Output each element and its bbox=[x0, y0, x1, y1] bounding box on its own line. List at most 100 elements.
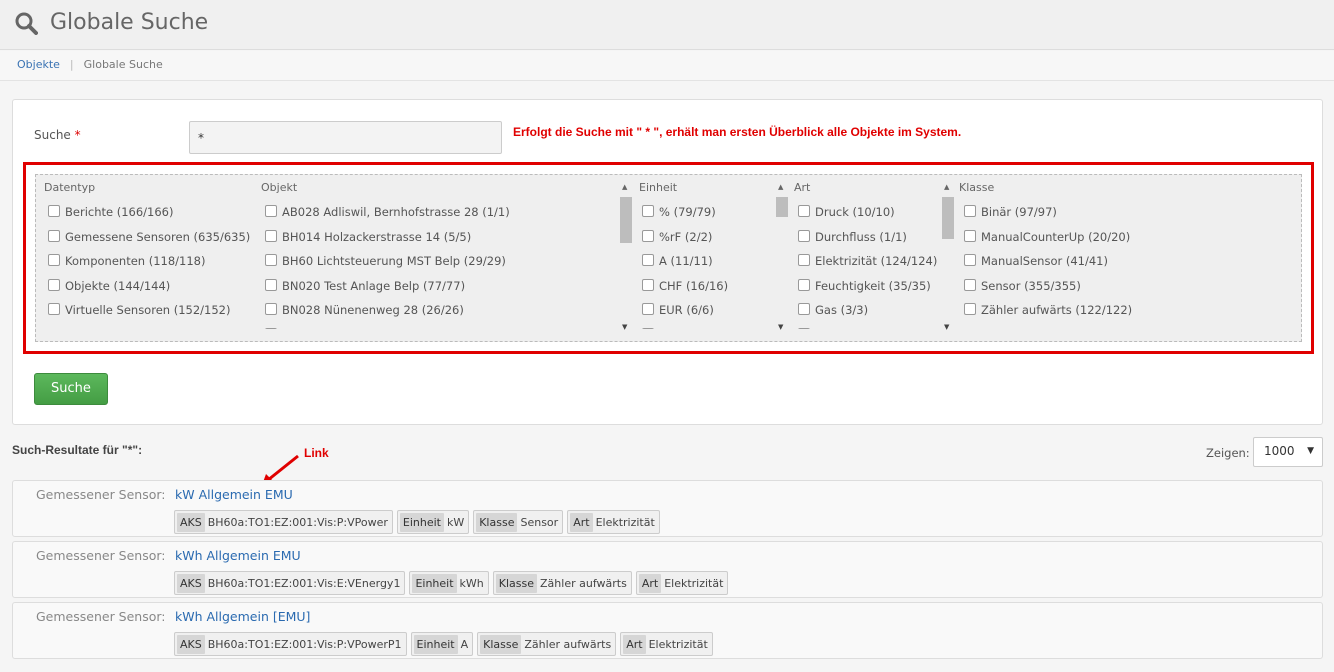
filter-option[interactable]: Binär (97/97) bbox=[964, 205, 1264, 230]
results-label: Such-Resultate für "*": bbox=[12, 443, 143, 457]
filter-option[interactable]: AB028 Adliswil, Bernhofstrasse 28 (1/1) bbox=[265, 205, 625, 230]
scrollbar-einheit[interactable]: ▲ ▼ bbox=[776, 183, 788, 331]
filter-option-label: Objekte (144/144) bbox=[65, 278, 171, 293]
checkbox[interactable] bbox=[642, 327, 654, 329]
filter-option[interactable]: %rF (2/2) bbox=[642, 229, 772, 255]
checkbox[interactable] bbox=[964, 205, 976, 217]
filter-option[interactable]: EUR (6/6) bbox=[642, 303, 772, 328]
search-input[interactable] bbox=[189, 121, 502, 154]
result-tag: Klasse Sensor bbox=[473, 510, 564, 534]
result-tag: Klasse Zähler aufwärts bbox=[477, 632, 617, 656]
checkbox[interactable] bbox=[265, 205, 277, 217]
checkbox[interactable] bbox=[265, 254, 277, 266]
filter-option-label: Virtuelle Sensoren (152/152) bbox=[65, 303, 231, 317]
scroll-up-icon[interactable]: ▲ bbox=[944, 183, 949, 191]
filter-option[interactable]: BH60 Lichtsteuerung MST Belp (29/29) bbox=[265, 254, 625, 279]
result-link[interactable]: kW Allgemein EMU bbox=[175, 487, 293, 502]
scrollbar-art[interactable]: ▲ ▼ bbox=[942, 183, 954, 331]
checkbox[interactable] bbox=[48, 303, 60, 315]
checkbox[interactable] bbox=[48, 229, 60, 242]
filter-option[interactable]: ManualSensor (41/41) bbox=[964, 254, 1264, 279]
filter-option[interactable]: BH014 Holzackerstrasse 14 (5/5) bbox=[265, 229, 625, 255]
search-annotation: Erfolgt die Suche mit " * ", erhält man … bbox=[513, 125, 962, 139]
result-link[interactable]: kWh Allgemein [EMU] bbox=[175, 609, 310, 624]
checkbox[interactable] bbox=[642, 205, 654, 217]
filter-option-label: Gas (3/3) bbox=[815, 303, 869, 317]
result-tags: AKS BH60a:TO1:EZ:001:Vis:E:VEnergy1 Einhei… bbox=[174, 571, 729, 595]
tag-value: kWh bbox=[459, 576, 484, 590]
filter-option[interactable]: Berichte (166/166) bbox=[48, 205, 253, 230]
filter-option[interactable]: BN028 Nünenenweg 28 (26/26) bbox=[265, 303, 625, 328]
tag-value: BH60a:TO1:EZ:001:Vis:E:VEnergy1 bbox=[207, 576, 401, 590]
breadcrumb-separator: | bbox=[69, 58, 74, 71]
checkbox[interactable] bbox=[798, 205, 810, 217]
result-link[interactable]: kWh Allgemein EMU bbox=[175, 548, 301, 563]
filter-option[interactable]: Zähler aufwärts (122/122) bbox=[964, 303, 1264, 328]
checkbox[interactable] bbox=[964, 278, 976, 291]
tag-key: AKS bbox=[177, 512, 205, 532]
checkbox[interactable] bbox=[642, 303, 654, 315]
checkbox[interactable] bbox=[964, 254, 976, 266]
filter-option-label: BH60 Lichtsteuerung MST Belp (29/29) bbox=[282, 254, 506, 268]
checkbox[interactable] bbox=[642, 229, 654, 242]
filter-option[interactable]: Komponenten (118/118) bbox=[48, 254, 253, 279]
checkbox[interactable] bbox=[265, 278, 277, 291]
filter-option[interactable]: ManualCounterUp (20/20) bbox=[964, 229, 1264, 255]
filter-option[interactable]: A (11/11) bbox=[642, 254, 772, 279]
checkbox[interactable] bbox=[964, 303, 976, 315]
checkbox[interactable] bbox=[642, 278, 654, 291]
scroll-thumb[interactable] bbox=[942, 197, 954, 239]
tag-value: BH60a:TO1:EZ:001:Vis:P:VPower bbox=[207, 515, 388, 529]
filter-option[interactable]: % (79/79) bbox=[642, 205, 772, 230]
checkbox[interactable] bbox=[48, 205, 60, 217]
checkbox[interactable] bbox=[798, 254, 810, 266]
breadcrumb-link-objekte[interactable]: Objekte bbox=[17, 58, 60, 71]
filter-option[interactable]: BN020 Test Anlage Belp (77/77) bbox=[265, 278, 625, 304]
filter-option[interactable]: Feuchtigkeit (35/35) bbox=[798, 278, 938, 304]
scroll-up-icon[interactable]: ▲ bbox=[778, 183, 783, 191]
filter-option[interactable]: Sensor (355/355) bbox=[964, 278, 1264, 304]
filter-option[interactable]: Durchfluss (1/1) bbox=[798, 229, 938, 255]
scroll-up-icon[interactable]: ▲ bbox=[622, 183, 627, 191]
tag-key: Einheit bbox=[412, 573, 457, 593]
suche-button[interactable]: Suche bbox=[34, 373, 108, 405]
page-size-select[interactable]: 1000 ▼ bbox=[1253, 437, 1323, 467]
checkbox[interactable] bbox=[798, 278, 810, 291]
required-mark: * bbox=[74, 128, 81, 142]
scroll-thumb[interactable] bbox=[776, 197, 788, 217]
checkbox[interactable] bbox=[798, 229, 810, 242]
result-tag: Einheit A bbox=[410, 632, 474, 656]
filter-option[interactable]: CHF (16/16) bbox=[642, 278, 772, 304]
filter-option[interactable]: Virtuelle Sensoren (152/152) bbox=[48, 303, 253, 328]
checkbox[interactable] bbox=[265, 327, 277, 329]
filter-option[interactable]: Druck (10/10) bbox=[798, 205, 938, 230]
scroll-down-icon[interactable]: ▼ bbox=[622, 323, 627, 331]
checkbox[interactable] bbox=[642, 254, 654, 266]
checkbox[interactable] bbox=[265, 229, 277, 242]
checkbox[interactable] bbox=[48, 254, 60, 266]
filter-option-label: Elektrizität (124/124) bbox=[815, 254, 938, 268]
search-icon bbox=[15, 12, 38, 35]
scroll-down-icon[interactable]: ▼ bbox=[944, 323, 949, 331]
result-tag: AKS BH60a:TO1:EZ:001:Vis:E:VEnergy1 bbox=[174, 571, 406, 595]
filter-option[interactable]: Gemessene Sensoren (635/635) bbox=[48, 229, 253, 255]
filter-option[interactable]: BN030 Seeg Fuei (203/203) bbox=[265, 327, 625, 329]
filter-option-label: Feuchtigkeit (35/35) bbox=[815, 278, 931, 293]
checkbox[interactable] bbox=[48, 278, 60, 291]
scroll-down-icon[interactable]: ▼ bbox=[778, 323, 783, 331]
filter-option[interactable]: GBP (5/5) bbox=[642, 327, 772, 329]
filter-option[interactable]: Elektrizität (124/124) bbox=[798, 254, 938, 279]
scroll-thumb[interactable] bbox=[620, 197, 632, 243]
checkbox[interactable] bbox=[964, 229, 976, 242]
filter-option[interactable]: Gas (3/3) bbox=[798, 303, 938, 328]
checkbox[interactable] bbox=[798, 327, 810, 329]
checkbox[interactable] bbox=[265, 303, 277, 315]
filter-option[interactable]: Objekte (144/144) bbox=[48, 278, 253, 304]
page-header: Globale Suche bbox=[0, 0, 1334, 50]
tag-value: Zähler aufwärts bbox=[540, 576, 627, 590]
link-annotation: Link bbox=[304, 446, 329, 460]
filter-option[interactable]: Geschwindigkeit (11/11) bbox=[798, 327, 938, 329]
checkbox[interactable] bbox=[798, 303, 810, 315]
result-tag: AKS BH60a:TO1:EZ:001:Vis:P:VPowerP1 bbox=[174, 632, 407, 656]
scrollbar-objekt[interactable]: ▲ ▼ bbox=[620, 183, 632, 331]
